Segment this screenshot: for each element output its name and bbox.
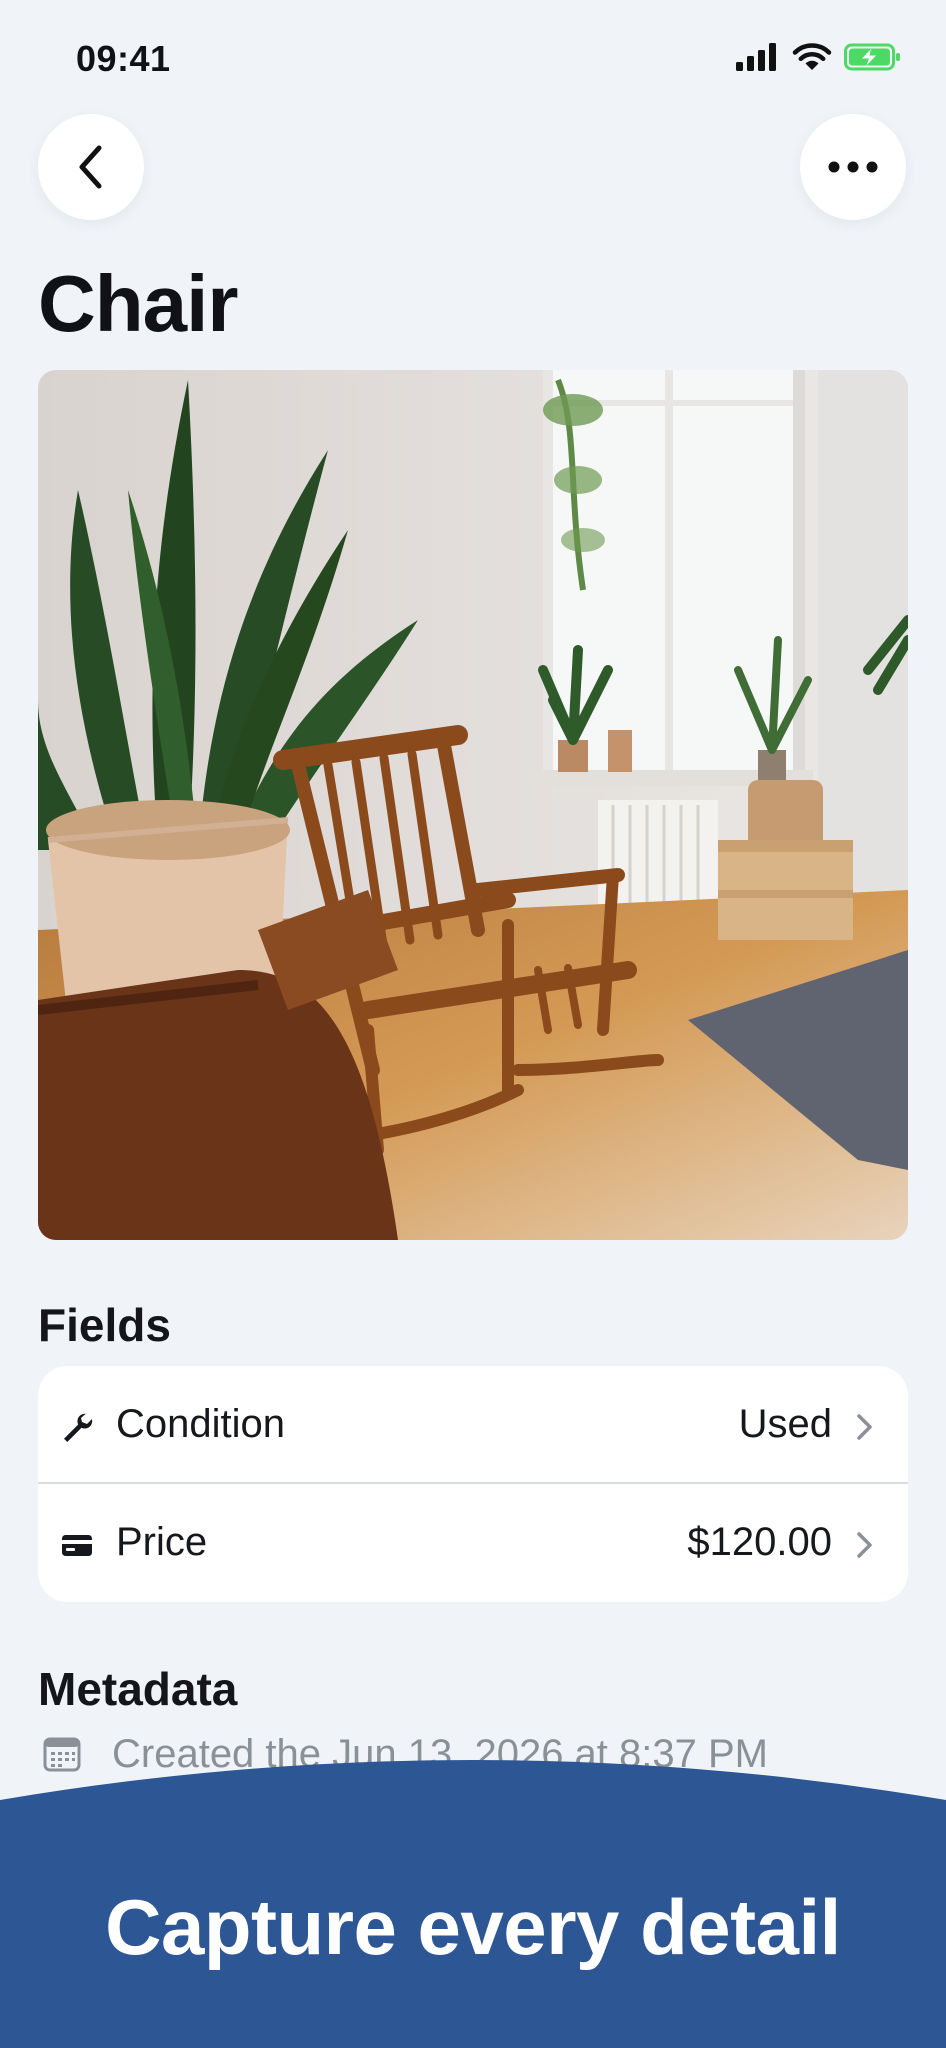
cellular-signal-icon (736, 43, 776, 71)
fields-card: Condition Used Price $120.00 (38, 1366, 908, 1602)
field-label-price: Price (116, 1520, 208, 1564)
status-icons (736, 42, 902, 72)
ellipsis-icon (828, 161, 878, 173)
battery-charging-icon (844, 43, 900, 71)
chevron-right-icon (857, 1532, 872, 1558)
metadata-section-title: Metadata (38, 1663, 238, 1715)
more-options-button[interactable] (800, 114, 906, 220)
back-button[interactable] (38, 114, 144, 220)
field-row-price[interactable]: Price $120.00 (38, 1484, 908, 1602)
chevron-right-icon (857, 1414, 872, 1440)
banner-headline: Capture every detail (105, 1883, 841, 1971)
field-value-price: $120.00 (687, 1520, 832, 1564)
wifi-icon (792, 43, 832, 70)
chevron-left-icon (79, 145, 102, 189)
page-title: Chair (38, 259, 238, 348)
field-row-condition[interactable]: Condition Used (38, 1366, 908, 1484)
item-photo[interactable] (38, 370, 908, 1240)
credit-card-icon (60, 1528, 94, 1562)
status-bar: 09:41 (0, 0, 946, 110)
status-time: 09:41 (76, 38, 171, 79)
wrench-icon (60, 1410, 94, 1444)
field-label-condition: Condition (116, 1402, 286, 1446)
rocking-chair-photo (38, 370, 908, 1240)
fields-section-title: Fields (38, 1299, 171, 1351)
field-value-condition: Used (738, 1402, 832, 1446)
promo-banner: Capture every detail (0, 1750, 946, 2048)
